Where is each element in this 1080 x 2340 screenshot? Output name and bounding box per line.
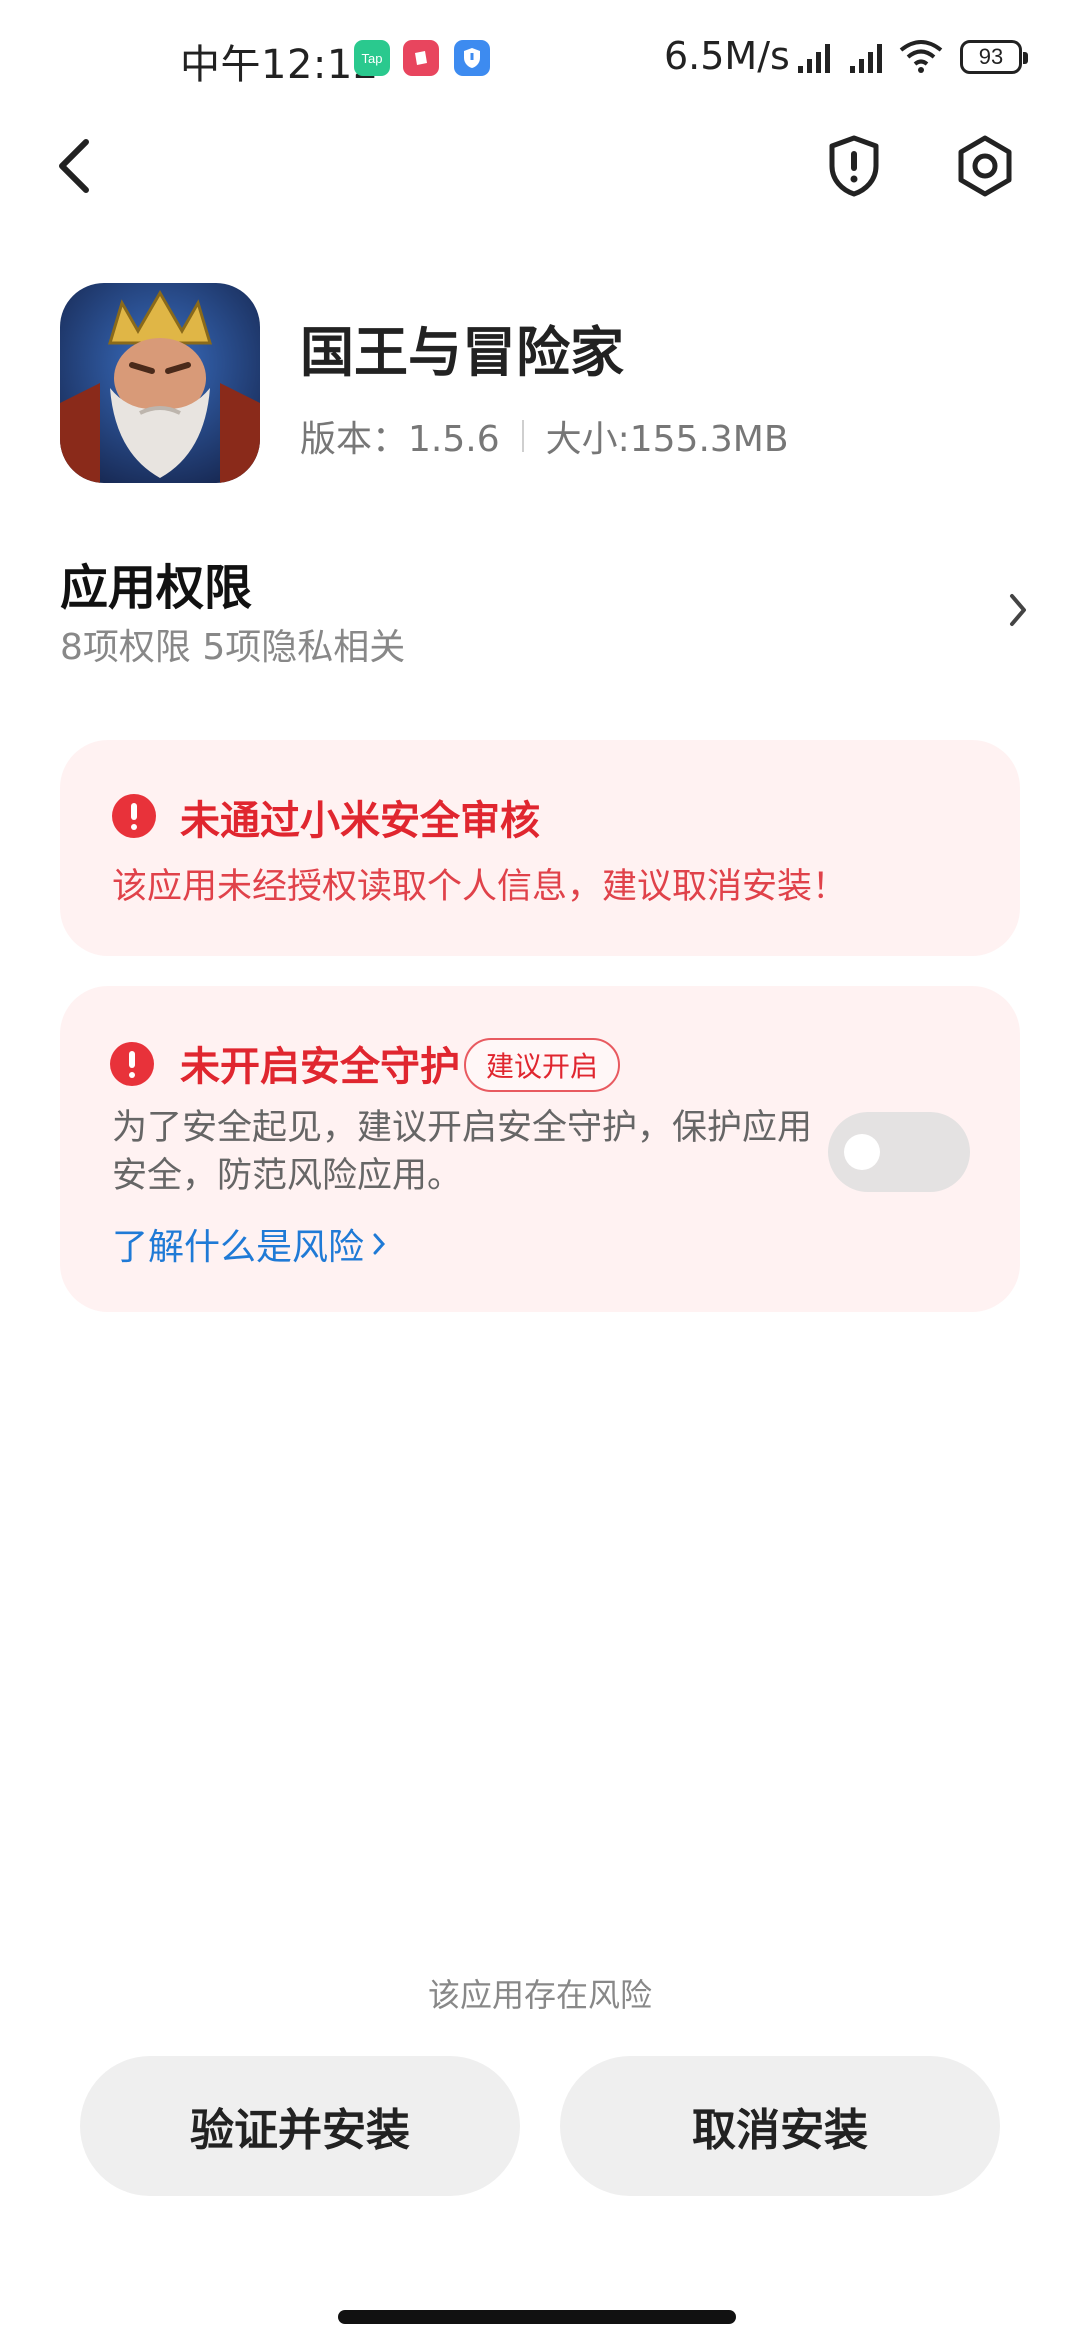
status-bar: 中午12:12 Tap 6.5M/s 93	[0, 0, 1080, 120]
toggle-knob	[844, 1134, 880, 1170]
shield-alert-icon[interactable]	[826, 134, 882, 198]
permissions-summary: 8项权限 5项隐私相关	[60, 627, 406, 668]
audit-title: 未通过小米安全审核	[180, 798, 540, 844]
app-permissions-row[interactable]: 应用权限 8项权限 5项隐私相关	[60, 548, 1030, 678]
home-indicator[interactable]	[338, 2310, 736, 2324]
network-speed: 6.5M/s	[664, 34, 790, 78]
meta-divider	[521, 420, 524, 452]
signal-icon	[850, 44, 882, 73]
security-notification-icon	[454, 40, 490, 76]
chevron-right-icon	[373, 1233, 386, 1255]
taptap-notification-icon: Tap	[354, 40, 390, 76]
app-version: 版本：1.5.6	[300, 419, 500, 460]
risk-note: 该应用存在风险	[427, 1976, 652, 2014]
app-icon	[60, 283, 260, 483]
settings-icon[interactable]	[954, 134, 1016, 198]
protection-title: 未开启安全守护	[180, 1044, 460, 1090]
warning-icon	[112, 794, 156, 838]
protection-description: 为了安全起见，建议开启安全守护，保护应用安全，防范风险应用。	[112, 1108, 813, 1196]
app-notification-icon	[403, 40, 439, 76]
security-protection-toggle[interactable]	[828, 1112, 970, 1192]
back-icon[interactable]	[50, 136, 100, 196]
signal-icon	[798, 44, 830, 73]
chevron-right-icon	[1010, 594, 1026, 626]
warning-icon	[110, 1042, 154, 1086]
security-protection-card: 未开启安全守护 建议开启 为了安全起见，建议开启安全守护，保护应用安全，防范风险…	[60, 986, 1020, 1312]
security-audit-card: 未通过小米安全审核 该应用未经授权读取个人信息，建议取消安装！	[60, 740, 1020, 956]
recommend-badge: 建议开启	[464, 1038, 621, 1092]
verify-install-button[interactable]: 验证并安装	[80, 2056, 520, 2196]
learn-risk-link-label: 了解什么是风险	[112, 1227, 365, 1268]
wifi-icon	[899, 40, 943, 73]
permissions-title: 应用权限	[60, 560, 253, 616]
app-size: 大小:155.3MB	[545, 419, 789, 460]
learn-risk-link[interactable]: 了解什么是风险	[112, 1218, 386, 1270]
status-time: 中午12:12	[180, 42, 379, 88]
audit-description: 该应用未经授权读取个人信息，建议取消安装！	[112, 867, 848, 907]
app-meta: 版本：1.5.6 大小:155.3MB	[300, 410, 789, 462]
cancel-install-button[interactable]: 取消安装	[560, 2056, 1000, 2196]
battery-icon: 93	[960, 40, 1028, 74]
app-name: 国王与冒险家	[300, 321, 624, 384]
